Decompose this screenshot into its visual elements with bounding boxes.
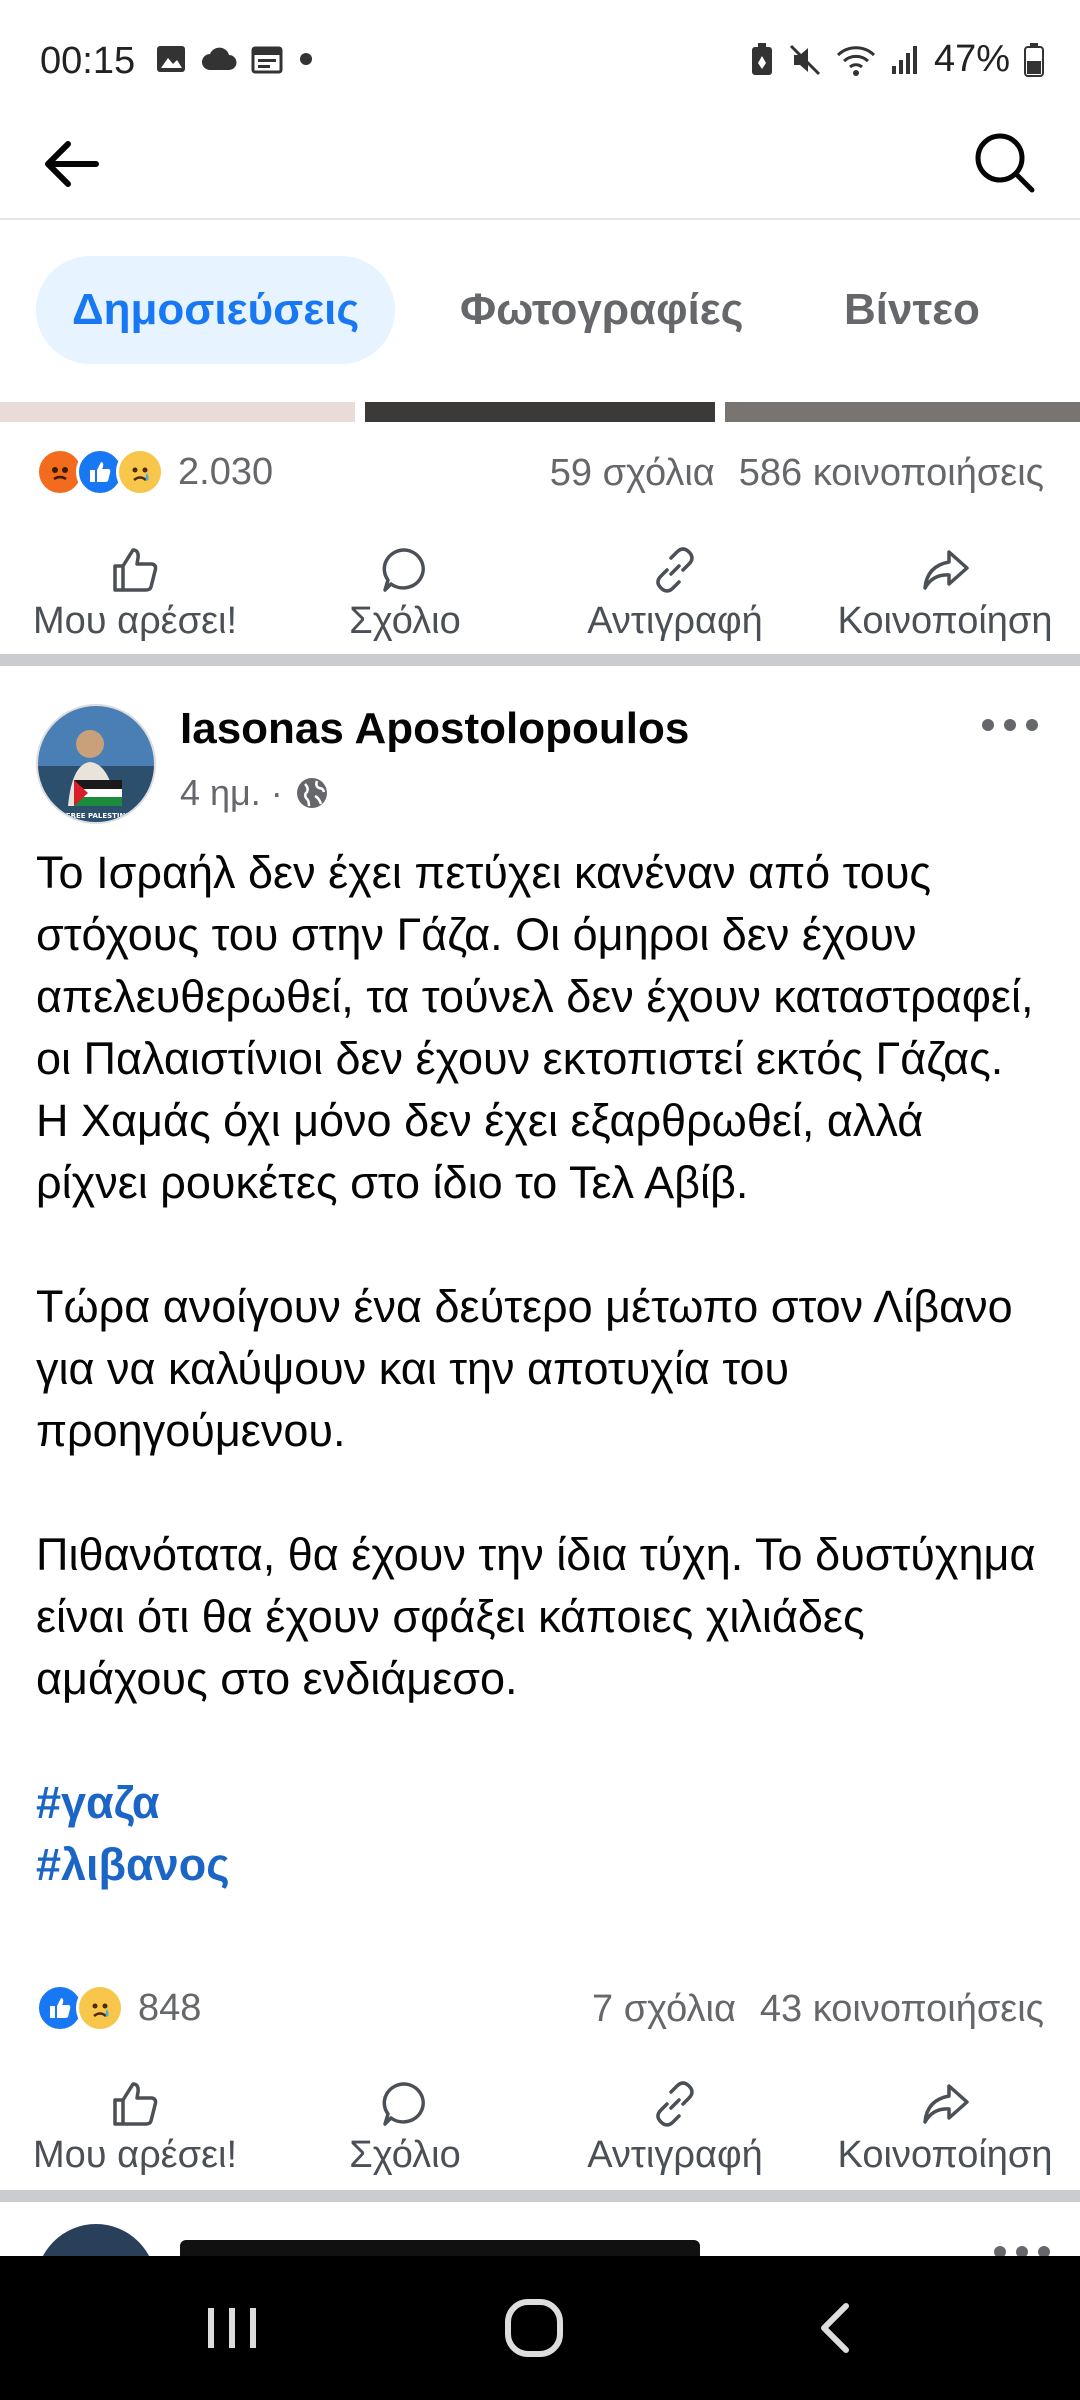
battery-icon [1024,42,1044,77]
avatar-caption: FREE PALESTINE [66,812,131,820]
back-arrow-icon [45,141,99,187]
share-button[interactable]: Κοινοποίηση [810,2068,1080,2188]
reaction-count: 848 [138,1986,202,2029]
like-button[interactable]: Μου αρέσει! [0,534,270,654]
comment-bubble-icon [382,2082,425,2126]
calendar-icon [251,46,283,74]
wifi-icon [836,45,875,76]
post-divider [0,2190,1080,2202]
search-icon [975,133,1035,193]
post-actions: Μου αρέσει! Σχόλιο Αντιγραφή Κοινοποίηση [0,2068,1080,2188]
search-button[interactable] [968,126,1040,198]
share-arrow-icon [923,2084,969,2124]
tab-photos[interactable]: Φωτογραφίες [424,256,780,364]
globe-icon [296,778,327,808]
shares-count-link[interactable]: 43 κοινοποιήσεις [760,1988,1044,2031]
recent-apps-icon [208,2308,256,2348]
system-navigation-bar [0,2256,1080,2400]
back-button[interactable] [36,128,108,200]
link-icon [656,547,694,593]
previous-post-image-strip[interactable] [0,402,1080,422]
home-button[interactable] [494,2296,574,2360]
post-header: FREE PALESTINE Iasonas Apostolopoulos 4 … [0,700,1080,830]
reaction-summary[interactable]: 848 [36,1984,201,2032]
comment-bubble-icon [382,548,425,592]
copy-label: Αντιγραφή [587,600,763,642]
more-dot [1004,719,1016,731]
copy-label: Αντιγραφή [587,2134,763,2176]
signal-icon [891,45,917,74]
comment-label: Σχόλιο [349,600,461,642]
comment-button[interactable]: Σχόλιο [270,534,540,654]
hashtag-link[interactable]: #γαζα [36,1772,1046,1834]
link-icon [656,2081,694,2127]
top-bar [0,110,1080,220]
shares-count-link[interactable]: 586 κοινοποιήσεις [739,452,1044,495]
more-options-button[interactable] [970,700,1050,750]
post-stats: 2.030 59 σχόλια 586 κοινοποιήσεις [0,428,1080,518]
copy-link-button[interactable]: Αντιγραφή [540,2068,810,2188]
avatar[interactable]: FREE PALESTINE [36,704,156,824]
reaction-summary[interactable]: 2.030 [36,448,273,496]
comment-label: Σχόλιο [349,2134,461,2176]
post-text: Το Ισραήλ δεν έχει πετύχει κανέναν από τ… [36,842,1046,1896]
share-label: Κοινοποίηση [837,2134,1053,2176]
share-button[interactable]: Κοινοποίηση [810,534,1080,654]
comments-count-link[interactable]: 59 σχόλια [550,452,715,495]
recent-apps-button[interactable] [192,2296,272,2360]
share-label: Κοινοποίηση [837,600,1053,642]
post-stats: 848 7 σχόλια 43 κοινοποιήσεις [0,1964,1080,2054]
copy-link-button[interactable]: Αντιγραφή [540,534,810,654]
post-time[interactable]: 4 ημ. · [180,772,283,814]
more-dot [1026,719,1038,731]
post-divider [0,654,1080,666]
battery-percent: 47% [933,38,1010,80]
post-meta: 4 ημ. · [180,772,329,814]
image-icon [157,46,185,72]
hashtag-link[interactable]: #λιβανος [36,1834,1046,1896]
reaction-count: 2.030 [178,450,274,493]
home-icon [505,2299,563,2357]
nav-back-button[interactable] [796,2296,876,2360]
thumbs-up-icon [113,2082,158,2126]
post-paragraph: Τώρα ανοίγουν ένα δεύτερο μέτωπο στον Λί… [36,1281,1013,1456]
tab-videos[interactable]: Βίντεο [808,256,1016,364]
dot-icon [300,53,312,65]
mute-icon [789,44,820,75]
share-arrow-icon [923,550,969,590]
like-label: Μου αρέσει! [32,2134,238,2176]
status-bar: 00:15 47% [0,0,1080,124]
next-post-peek[interactable] [0,2222,1080,2256]
nav-back-icon [821,2303,849,2353]
post-actions: Μου αρέσει! Σχόλιο Αντιγραφή Κοινοποίηση [0,534,1080,654]
comment-button[interactable]: Σχόλιο [270,2068,540,2188]
post-paragraph: Το Ισραήλ δεν έχει πετύχει κανέναν από τ… [36,847,1034,1208]
post-paragraph: Πιθανότατα, θα έχουν την ίδια τύχη. Το δ… [36,1529,1036,1704]
tab-posts[interactable]: Δημοσιεύσεις [36,256,396,364]
sad-reaction-icon [76,1984,124,2032]
comments-count-link[interactable]: 7 σχόλια [592,1988,736,2031]
like-label: Μου αρέσει! [32,600,238,642]
battery-saver-icon [751,42,772,75]
more-dot [982,719,994,731]
sad-reaction-icon [116,448,164,496]
profile-tabs: Δημοσιεύσεις Φωτογραφίες Βίντεο [0,222,1080,402]
author-name[interactable]: Iasonas Apostolopoulos [180,704,689,754]
status-time: 00:15 [40,40,136,82]
cloud-icon [202,47,237,70]
thumbs-up-icon [113,548,158,592]
like-button[interactable]: Μου αρέσει! [0,2068,270,2188]
